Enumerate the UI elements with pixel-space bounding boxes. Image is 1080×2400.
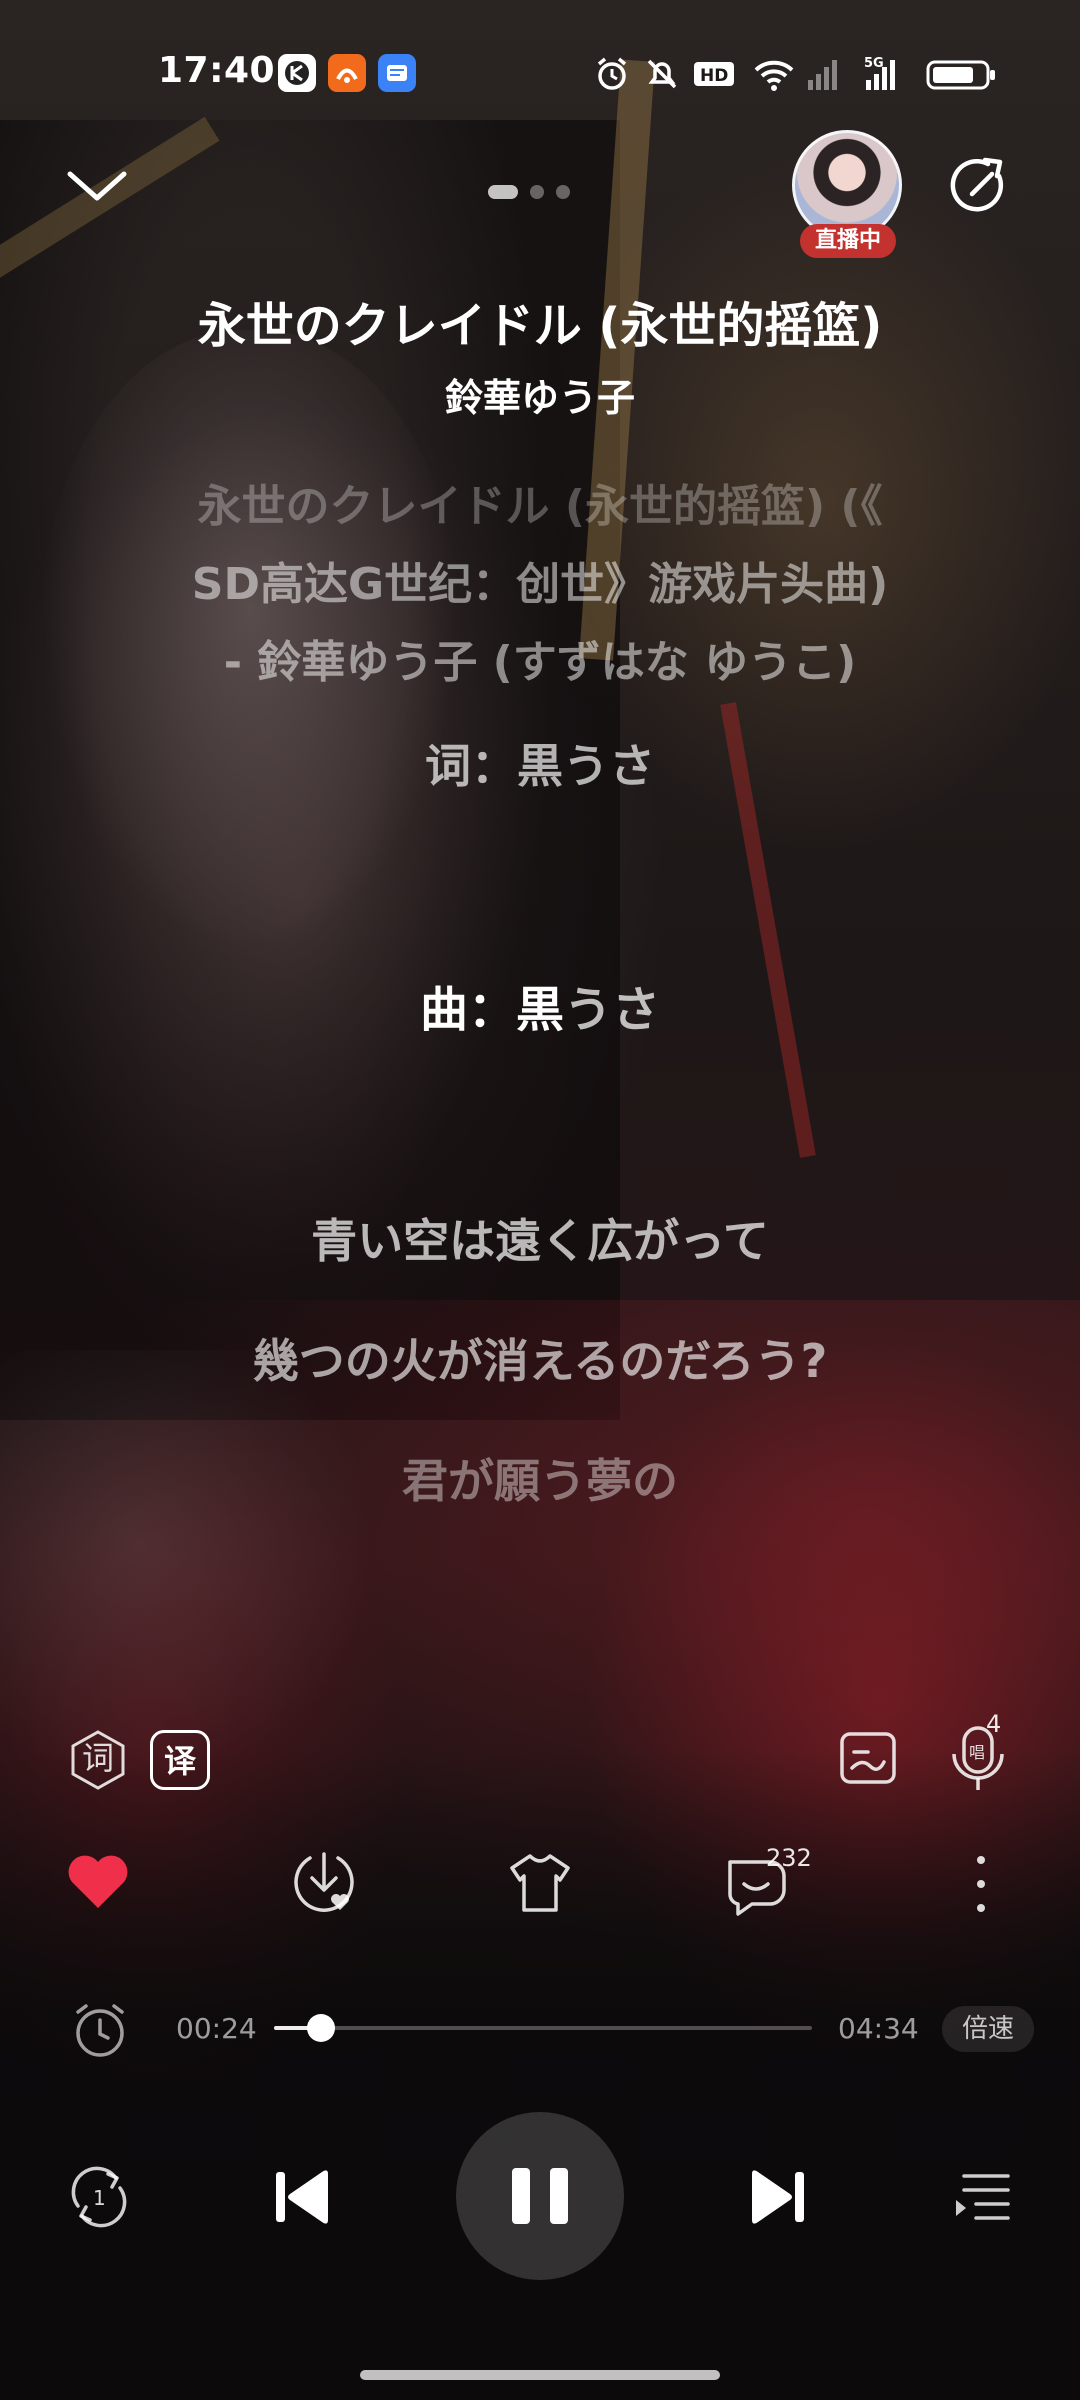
svg-text:HD: HD <box>700 66 728 86</box>
lyrics-toggle-label: 词 <box>81 1739 114 1777</box>
page-indicator[interactable] <box>488 185 570 199</box>
repeat-mode-button[interactable]: 1 <box>64 2162 134 2236</box>
kuaishou-icon <box>278 54 316 92</box>
playlist-icon <box>956 2174 1010 2220</box>
tshirt-icon <box>510 1854 570 1912</box>
current-lyric-rest: うさ <box>564 982 661 1038</box>
mute-icon <box>642 54 682 94</box>
pause-button[interactable] <box>456 2112 624 2280</box>
lyric-line: SD高达G世纪：创世》游戏片头曲) <box>191 559 889 610</box>
svg-text:1: 1 <box>93 2186 106 2210</box>
alarm-clock-icon <box>76 2004 124 2057</box>
bottom-fade <box>0 1750 1080 2400</box>
sing-count-badge: 4 <box>986 1710 1002 1738</box>
lyrics-card-icon <box>840 1732 896 1784</box>
collapse-button[interactable] <box>62 160 132 214</box>
live-badge[interactable]: 直播中 <box>800 224 896 258</box>
lyrics-info[interactable]: 永世のクレイドル (永世的摇篮) (《 SD高达G世纪：创世》游戏片头曲) - … <box>60 468 1020 702</box>
battery-icon <box>926 54 998 94</box>
more-vertical-icon <box>977 1856 985 1912</box>
progress-thumb[interactable] <box>307 2014 336 2042</box>
lyric-line[interactable]: 青い空は遠く広がって <box>60 1205 1020 1271</box>
lyrics-poster-button[interactable] <box>838 1728 898 1792</box>
svg-text:5G: 5G <box>864 56 884 71</box>
home-indicator[interactable] <box>360 2370 720 2380</box>
status-time: 17:40 <box>158 50 276 91</box>
hd-icon: HD <box>692 54 736 94</box>
download-icon <box>294 1852 354 1912</box>
alarm-icon <box>592 54 632 94</box>
more-button[interactable] <box>966 1852 996 1920</box>
next-button[interactable] <box>746 2166 808 2232</box>
lyric-line: 永世のクレイドル (永世的摇篮) (《 <box>197 481 883 532</box>
translate-toggle-label: 译 <box>163 1742 196 1780</box>
skip-next-icon <box>752 2170 804 2224</box>
playlist-button[interactable] <box>950 2168 1014 2232</box>
total-time: 04:34 <box>838 2012 919 2045</box>
signal-icon <box>806 54 842 94</box>
share-icon <box>950 157 1004 212</box>
chevron-down-icon <box>67 171 127 201</box>
translate-toggle-button[interactable]: 译 <box>150 1730 210 1790</box>
message-app-icon <box>378 54 416 92</box>
lyric-line: - 鈴華ゆう子 (すずはな ゆうこ) <box>223 637 857 688</box>
page-dot[interactable] <box>488 185 518 199</box>
pause-icon <box>512 2168 568 2224</box>
like-button[interactable] <box>64 1850 132 1916</box>
lyrics-toggle-button[interactable]: 词 <box>68 1730 128 1790</box>
page-dot[interactable] <box>530 185 544 199</box>
page-dot[interactable] <box>556 185 570 199</box>
skip-previous-icon <box>276 2170 328 2224</box>
cellular-5g-icon: 5G <box>862 54 910 94</box>
song-title: 永世のクレイドル (永世的摇篮) <box>197 298 883 354</box>
progress-slider[interactable] <box>274 2014 812 2042</box>
svg-text:唱: 唱 <box>969 1743 985 1762</box>
sleep-timer-button[interactable] <box>70 2000 130 2064</box>
download-button[interactable] <box>288 1848 360 1924</box>
share-button[interactable] <box>948 154 1014 224</box>
repeat-one-icon: 1 <box>71 2166 127 2228</box>
heart-icon <box>68 1855 128 1908</box>
music-player-screen: 17:40 HD 5G 直播中 永世のクレイドル (永世的摇篮) 鈴華ゆう子 永… <box>0 0 1080 2400</box>
previous-button[interactable] <box>272 2166 334 2232</box>
skin-button[interactable] <box>508 1852 572 1918</box>
current-lyric-highlight: 曲：黒 <box>419 982 564 1038</box>
lyric-credit-lyricist[interactable]: 词：黒うさ <box>60 730 1020 796</box>
shopping-app-icon <box>328 54 366 92</box>
wifi-icon <box>752 54 796 94</box>
lyric-credit-composer[interactable]: 曲：黒うさ <box>60 970 1020 1040</box>
playback-speed-button[interactable]: 倍速 <box>942 2006 1034 2052</box>
comment-count-badge: 232 <box>766 1844 812 1872</box>
lyric-line[interactable]: 幾つの火が消えるのだろう? <box>60 1325 1020 1391</box>
lyric-line[interactable]: 君が願う夢の <box>60 1445 1020 1511</box>
status-bar: 17:40 HD 5G <box>0 40 1080 106</box>
current-time: 00:24 <box>176 2012 257 2045</box>
song-artist[interactable]: 鈴華ゆう子 <box>0 367 1080 422</box>
